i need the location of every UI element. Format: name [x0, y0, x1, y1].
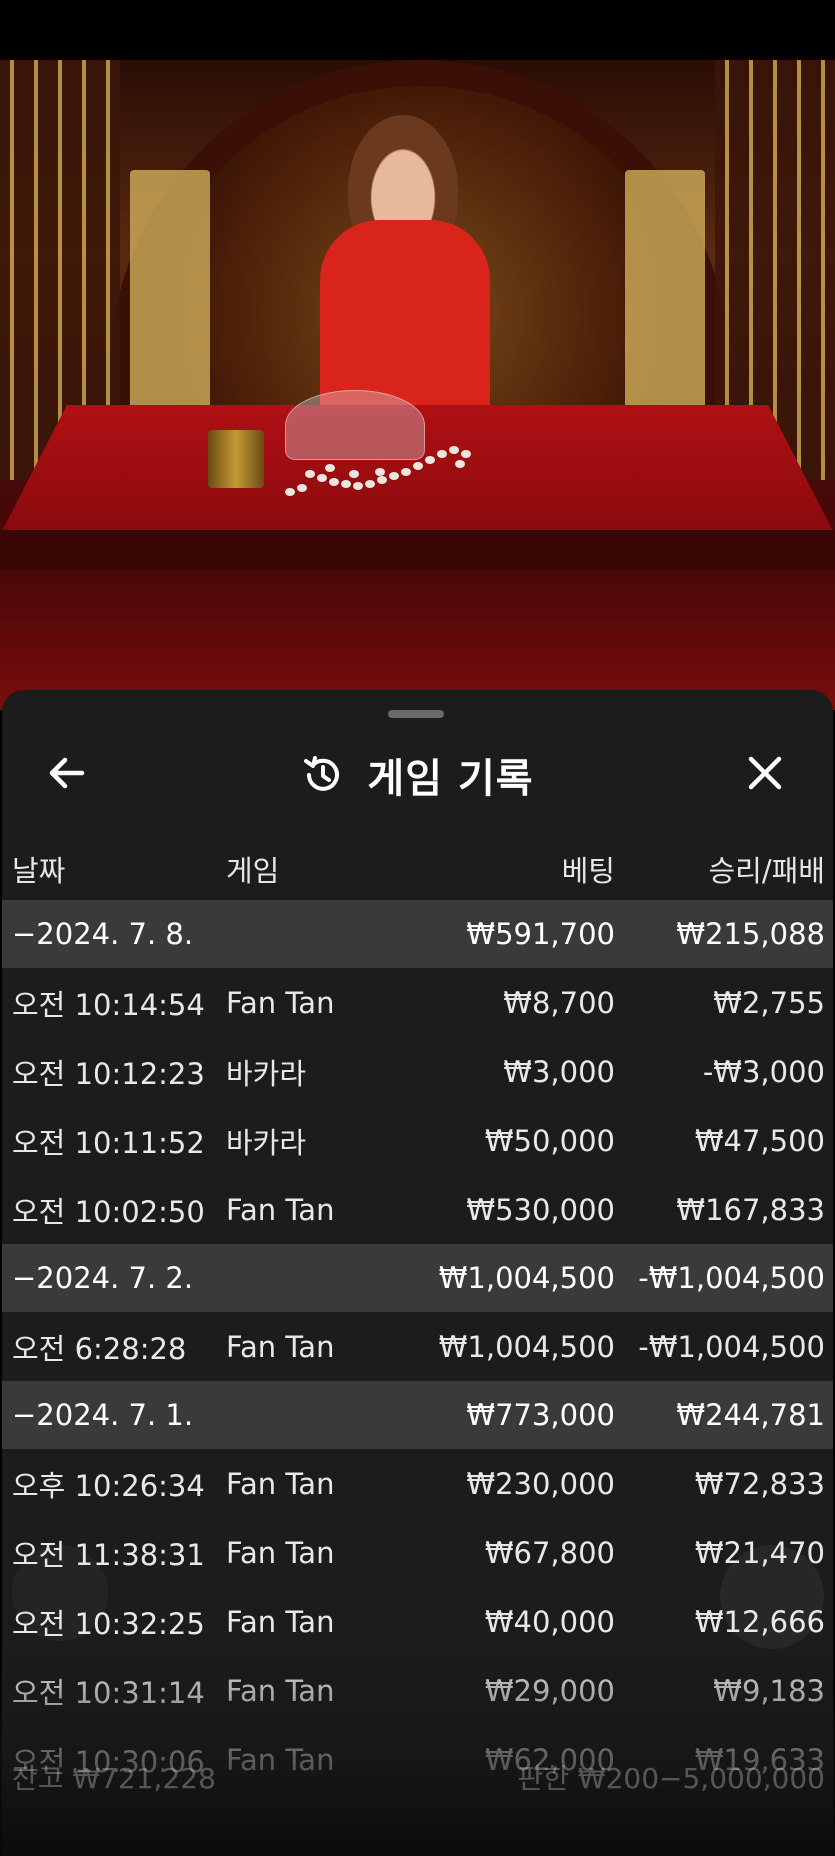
col-bet: 베팅 — [561, 854, 615, 888]
row-game: Fan Tan — [226, 1604, 335, 1639]
row-bet: ₩50,000 — [484, 1123, 615, 1158]
table-row[interactable]: 오전 10:32:25 Fan Tan ₩40,000 ₩12,666 — [2, 1587, 833, 1656]
row-bet: ₩3,000 — [503, 1054, 615, 1089]
group-win-total: -₩1,004,500 — [638, 1261, 825, 1295]
group-date: −2024. 7. 1. — [12, 1398, 194, 1432]
game-table-edge — [0, 530, 835, 570]
group-bet-total: ₩773,000 — [466, 1398, 615, 1432]
history-icon — [301, 753, 345, 797]
row-bet: ₩40,000 — [484, 1604, 615, 1639]
row-win: ₩72,833 — [694, 1466, 825, 1501]
page-title: 게임 기록 — [367, 756, 534, 802]
row-bet: ₩29,000 — [484, 1673, 615, 1708]
table-row[interactable]: 오전 10:14:54 Fan Tan ₩8,700 ₩2,755 — [2, 968, 833, 1037]
row-game: 바카라 — [226, 1125, 307, 1160]
row-win: ₩167,833 — [676, 1192, 825, 1227]
history-list: −2024. 7. 8. ₩591,700 ₩215,088 오전 10:14:… — [2, 900, 833, 1794]
table-row[interactable]: 오전 10:11:52 바카라 ₩50,000 ₩47,500 — [2, 1106, 833, 1175]
row-time: 오전 10:02:50 — [12, 1194, 205, 1229]
beads-pile — [285, 440, 480, 500]
table-row[interactable]: 오전 6:28:28 Fan Tan ₩1,004,500 -₩1,004,50… — [2, 1312, 833, 1381]
col-game: 게임 — [226, 854, 280, 888]
row-bet: ₩230,000 — [466, 1466, 615, 1501]
group-win-total: ₩215,088 — [676, 917, 825, 951]
row-game: Fan Tan — [226, 1742, 335, 1777]
row-win: ₩2,755 — [713, 985, 825, 1020]
drag-handle[interactable] — [388, 710, 444, 718]
row-win: ₩9,183 — [713, 1673, 825, 1708]
scene-floor — [0, 570, 835, 710]
group-date: −2024. 7. 2. — [12, 1261, 194, 1295]
row-game: Fan Tan — [226, 985, 335, 1020]
row-win: -₩3,000 — [702, 1054, 825, 1089]
sheet-header: 게임 기록 — [2, 730, 833, 820]
underlay-action-button — [720, 1545, 824, 1649]
table-row[interactable]: 오전 10:02:50 Fan Tan ₩530,000 ₩167,833 — [2, 1175, 833, 1244]
col-win-loss: 승리/패배 — [708, 854, 826, 888]
row-game: Fan Tan — [226, 1466, 335, 1501]
row-bet: ₩67,800 — [484, 1535, 615, 1570]
row-game: Fan Tan — [226, 1535, 335, 1570]
row-win: ₩47,500 — [694, 1123, 825, 1158]
game-history-sheet: 게임 기록 날짜 게임 베팅 승리/패배 −2024. 7. 8. ₩591,7… — [2, 690, 833, 1856]
row-game: Fan Tan — [226, 1329, 335, 1364]
date-group-header[interactable]: −2024. 7. 8. ₩591,700 ₩215,088 — [2, 900, 833, 968]
brass-cup — [208, 430, 264, 488]
group-bet-total: ₩1,004,500 — [438, 1261, 615, 1295]
row-game: Fan Tan — [226, 1673, 335, 1708]
row-bet: ₩8,700 — [503, 985, 615, 1020]
title-group: 게임 기록 — [2, 730, 833, 820]
close-button[interactable] — [736, 744, 794, 802]
table-header: 날짜 게임 베팅 승리/패배 — [2, 838, 833, 894]
row-time: 오전 6:28:28 — [12, 1331, 187, 1366]
row-game: 바카라 — [226, 1056, 307, 1091]
col-date: 날짜 — [12, 854, 66, 888]
date-group-header[interactable]: −2024. 7. 2. ₩1,004,500 -₩1,004,500 — [2, 1244, 833, 1312]
back-button[interactable] — [38, 744, 96, 802]
group-bet-total: ₩591,700 — [466, 917, 615, 951]
row-game: Fan Tan — [226, 1192, 335, 1227]
underlay-chip-button — [12, 1545, 108, 1641]
date-group-header[interactable]: −2024. 7. 1. ₩773,000 ₩244,781 — [2, 1381, 833, 1449]
table-row[interactable]: 오전 10:12:23 바카라 ₩3,000 -₩3,000 — [2, 1037, 833, 1106]
table-row[interactable]: 오전 11:38:31 Fan Tan ₩67,800 ₩21,470 — [2, 1518, 833, 1587]
group-date: −2024. 7. 8. — [12, 917, 194, 951]
row-time: 오전 10:14:54 — [12, 987, 205, 1022]
table-row[interactable]: 오전 10:31:14 Fan Tan ₩29,000 ₩9,183 — [2, 1656, 833, 1725]
row-time: 오후 10:26:34 — [12, 1468, 205, 1503]
table-row[interactable]: 오후 10:26:34 Fan Tan ₩230,000 ₩72,833 — [2, 1449, 833, 1518]
row-bet: ₩1,004,500 — [438, 1329, 615, 1364]
row-time: 오전 10:12:23 — [12, 1056, 205, 1091]
live-video-feed — [0, 60, 835, 710]
group-win-total: ₩244,781 — [676, 1398, 825, 1432]
row-time: 오전 10:11:52 — [12, 1125, 205, 1160]
close-icon — [748, 756, 782, 790]
underlay-bet-limits: 판한 ₩200−5,000,000 — [517, 1762, 825, 1795]
row-bet: ₩530,000 — [466, 1192, 615, 1227]
status-bar — [0, 0, 835, 60]
arrow-left-icon — [49, 757, 85, 789]
row-time: 오전 10:31:14 — [12, 1675, 205, 1710]
underlay-balance: 잔고 ₩721,228 — [12, 1762, 216, 1795]
row-win: -₩1,004,500 — [638, 1329, 825, 1364]
